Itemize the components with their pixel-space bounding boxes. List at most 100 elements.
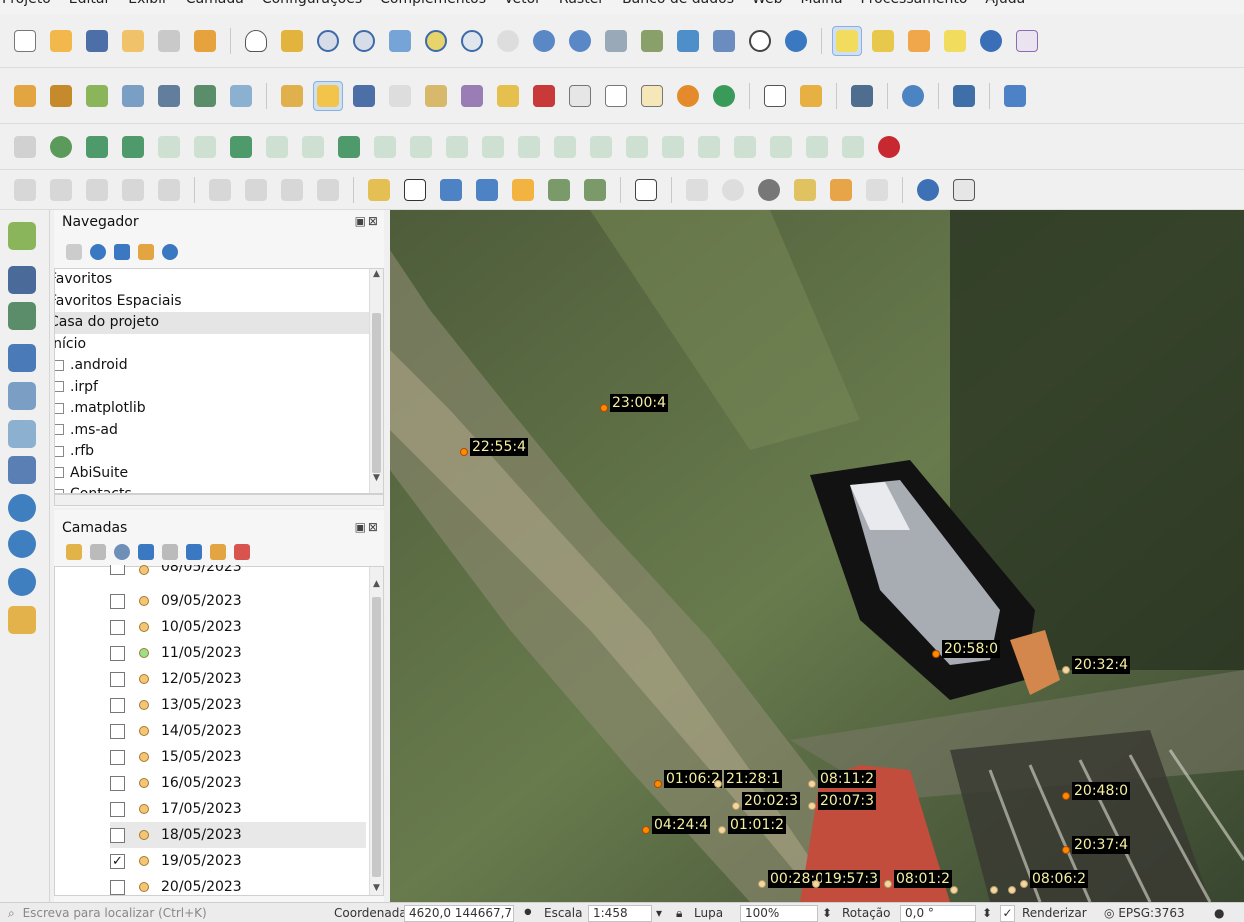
save-project-icon[interactable] xyxy=(82,26,112,56)
map-point-marker[interactable] xyxy=(718,826,726,834)
attribute-form-icon[interactable] xyxy=(313,175,343,205)
rotation-spinner-icon[interactable]: ⬍ xyxy=(982,905,992,921)
locator-input[interactable]: Escreva para localizar (Ctrl+K) xyxy=(23,906,207,920)
georeferencer-icon[interactable] xyxy=(682,175,712,205)
measure-line-icon[interactable] xyxy=(205,175,235,205)
new-geopackage-icon[interactable] xyxy=(46,81,76,111)
menu-item[interactable]: Editar xyxy=(69,0,110,7)
map-point-marker[interactable] xyxy=(1008,886,1016,894)
layer-visibility-checkbox[interactable] xyxy=(110,749,125,765)
browser-item[interactable]: .rfb xyxy=(55,441,369,463)
map-point-marker[interactable] xyxy=(1062,666,1070,674)
style-manager-icon[interactable] xyxy=(190,26,220,56)
show-bookmarks-icon[interactable] xyxy=(709,26,739,56)
map-point-marker[interactable] xyxy=(932,650,940,658)
identify-features-icon[interactable] xyxy=(976,26,1006,56)
trim-extend-icon[interactable] xyxy=(694,132,724,162)
move-label-icon[interactable] xyxy=(82,175,112,205)
pan-to-selection-icon[interactable] xyxy=(277,26,307,56)
lock-scale-icon[interactable]: 🔒︎ xyxy=(676,905,682,921)
map-point-marker[interactable] xyxy=(758,880,766,888)
layer-visibility-checkbox[interactable] xyxy=(110,879,125,895)
layer-row[interactable]: 10/05/2023 xyxy=(110,614,242,640)
add-raster-layer-icon[interactable] xyxy=(8,266,36,294)
browser-scrollbar[interactable]: ▲ ▼ xyxy=(369,269,383,493)
layer-visibility-checkbox[interactable] xyxy=(110,671,125,687)
select-annotation-icon[interactable] xyxy=(400,175,430,205)
offset-curve-icon[interactable] xyxy=(406,132,436,162)
statistical-summary-icon[interactable] xyxy=(241,175,271,205)
remove-layer-icon[interactable] xyxy=(234,544,250,560)
browser-item[interactable]: .matplotlib xyxy=(55,398,369,420)
layer-visibility-checkbox[interactable] xyxy=(110,775,125,791)
tools-wrench-icon[interactable] xyxy=(949,175,979,205)
rotate-point-symbols-icon[interactable] xyxy=(586,132,616,162)
expand-all-icon[interactable] xyxy=(186,544,202,560)
pin-labels-icon[interactable] xyxy=(10,175,40,205)
add-point-text-icon[interactable] xyxy=(544,175,574,205)
scale-dropdown-chevron-icon[interactable]: ▾ xyxy=(656,905,662,921)
zoom-out-icon[interactable] xyxy=(349,26,379,56)
add-line-annotation-icon[interactable] xyxy=(472,175,502,205)
collapse-all-icon[interactable] xyxy=(210,544,226,560)
advanced-digitizing-icon[interactable] xyxy=(10,132,40,162)
layers-scrollbar[interactable]: ▲ ▼ xyxy=(369,567,383,895)
layer-visibility-checkbox[interactable] xyxy=(110,801,125,817)
map-point-marker[interactable] xyxy=(990,886,998,894)
pan-map-icon[interactable] xyxy=(241,26,271,56)
python-console-icon[interactable] xyxy=(949,81,979,111)
merge-features-icon[interactable] xyxy=(514,132,544,162)
magnifier-spinner-icon[interactable]: ⬍ xyxy=(822,905,832,921)
map-point-marker[interactable] xyxy=(1062,846,1070,854)
coordinate-field[interactable]: 4620,0 144667,7 xyxy=(404,905,514,922)
map-point-marker[interactable] xyxy=(600,404,608,412)
align-rasters-icon[interactable] xyxy=(730,132,760,162)
select-location-icon[interactable] xyxy=(940,26,970,56)
cut-features-icon[interactable] xyxy=(565,81,595,111)
map-point-marker[interactable] xyxy=(1062,792,1070,800)
snapping-options-icon[interactable] xyxy=(802,132,832,162)
layer-row[interactable]: 12/05/2023 xyxy=(110,666,242,692)
add-mesh-layer-icon[interactable] xyxy=(226,81,256,111)
zoom-to-layer-icon[interactable] xyxy=(457,26,487,56)
render-checkbox[interactable]: ✓ xyxy=(1000,905,1015,922)
browser-item[interactable]: Casa do projeto xyxy=(55,312,369,334)
text-annotation-icon[interactable] xyxy=(631,175,661,205)
refresh-icon[interactable] xyxy=(781,26,811,56)
layer-visibility-checkbox[interactable] xyxy=(110,645,125,661)
menu-item[interactable]: Ajuda xyxy=(985,0,1025,7)
menu-item[interactable]: Projeto xyxy=(2,0,51,7)
add-selected-layers-icon[interactable] xyxy=(66,244,82,260)
undo-icon[interactable] xyxy=(673,81,703,111)
collapse-all-icon[interactable] xyxy=(138,244,154,260)
browser-item[interactable]: Contacts xyxy=(55,484,369,493)
open-project-icon[interactable] xyxy=(46,26,76,56)
filter-expression-icon[interactable] xyxy=(162,544,178,560)
zoom-in-icon[interactable] xyxy=(313,26,343,56)
zoom-next-icon[interactable] xyxy=(565,26,595,56)
add-spatialite-icon[interactable] xyxy=(154,81,184,111)
change-label-icon[interactable] xyxy=(154,175,184,205)
toggle-extents-icon[interactable]: ⚫ xyxy=(522,905,534,921)
zoom-to-selection-icon[interactable] xyxy=(421,26,451,56)
layer-row[interactable]: 11/05/2023 xyxy=(110,640,242,666)
layer-row[interactable]: 16/05/2023 xyxy=(110,770,242,796)
rotate-label-icon[interactable] xyxy=(118,175,148,205)
menu-item[interactable]: Raster xyxy=(559,0,604,7)
layer-row[interactable]: ✓ 19/05/2023 xyxy=(110,848,242,874)
add-part-icon[interactable] xyxy=(226,132,256,162)
magnifier-field[interactable]: 100% xyxy=(740,905,818,922)
simplify-feature-icon[interactable] xyxy=(154,132,184,162)
fill-ring-icon[interactable] xyxy=(262,132,292,162)
menu-item[interactable]: Exibir xyxy=(128,0,168,7)
map-point-marker[interactable] xyxy=(732,802,740,810)
open-layer-styling-icon[interactable] xyxy=(66,544,82,560)
layer-row[interactable]: 08/05/2023 xyxy=(110,565,242,575)
merge-attributes-icon[interactable] xyxy=(550,132,580,162)
modify-attributes-icon[interactable] xyxy=(493,81,523,111)
browser-horizontal-scrollbar[interactable] xyxy=(54,494,384,506)
map-point-marker[interactable] xyxy=(950,886,958,894)
menu-item[interactable]: Web xyxy=(752,0,783,7)
add-vector-layer-icon[interactable] xyxy=(82,81,112,111)
map-point-marker[interactable] xyxy=(714,780,722,788)
